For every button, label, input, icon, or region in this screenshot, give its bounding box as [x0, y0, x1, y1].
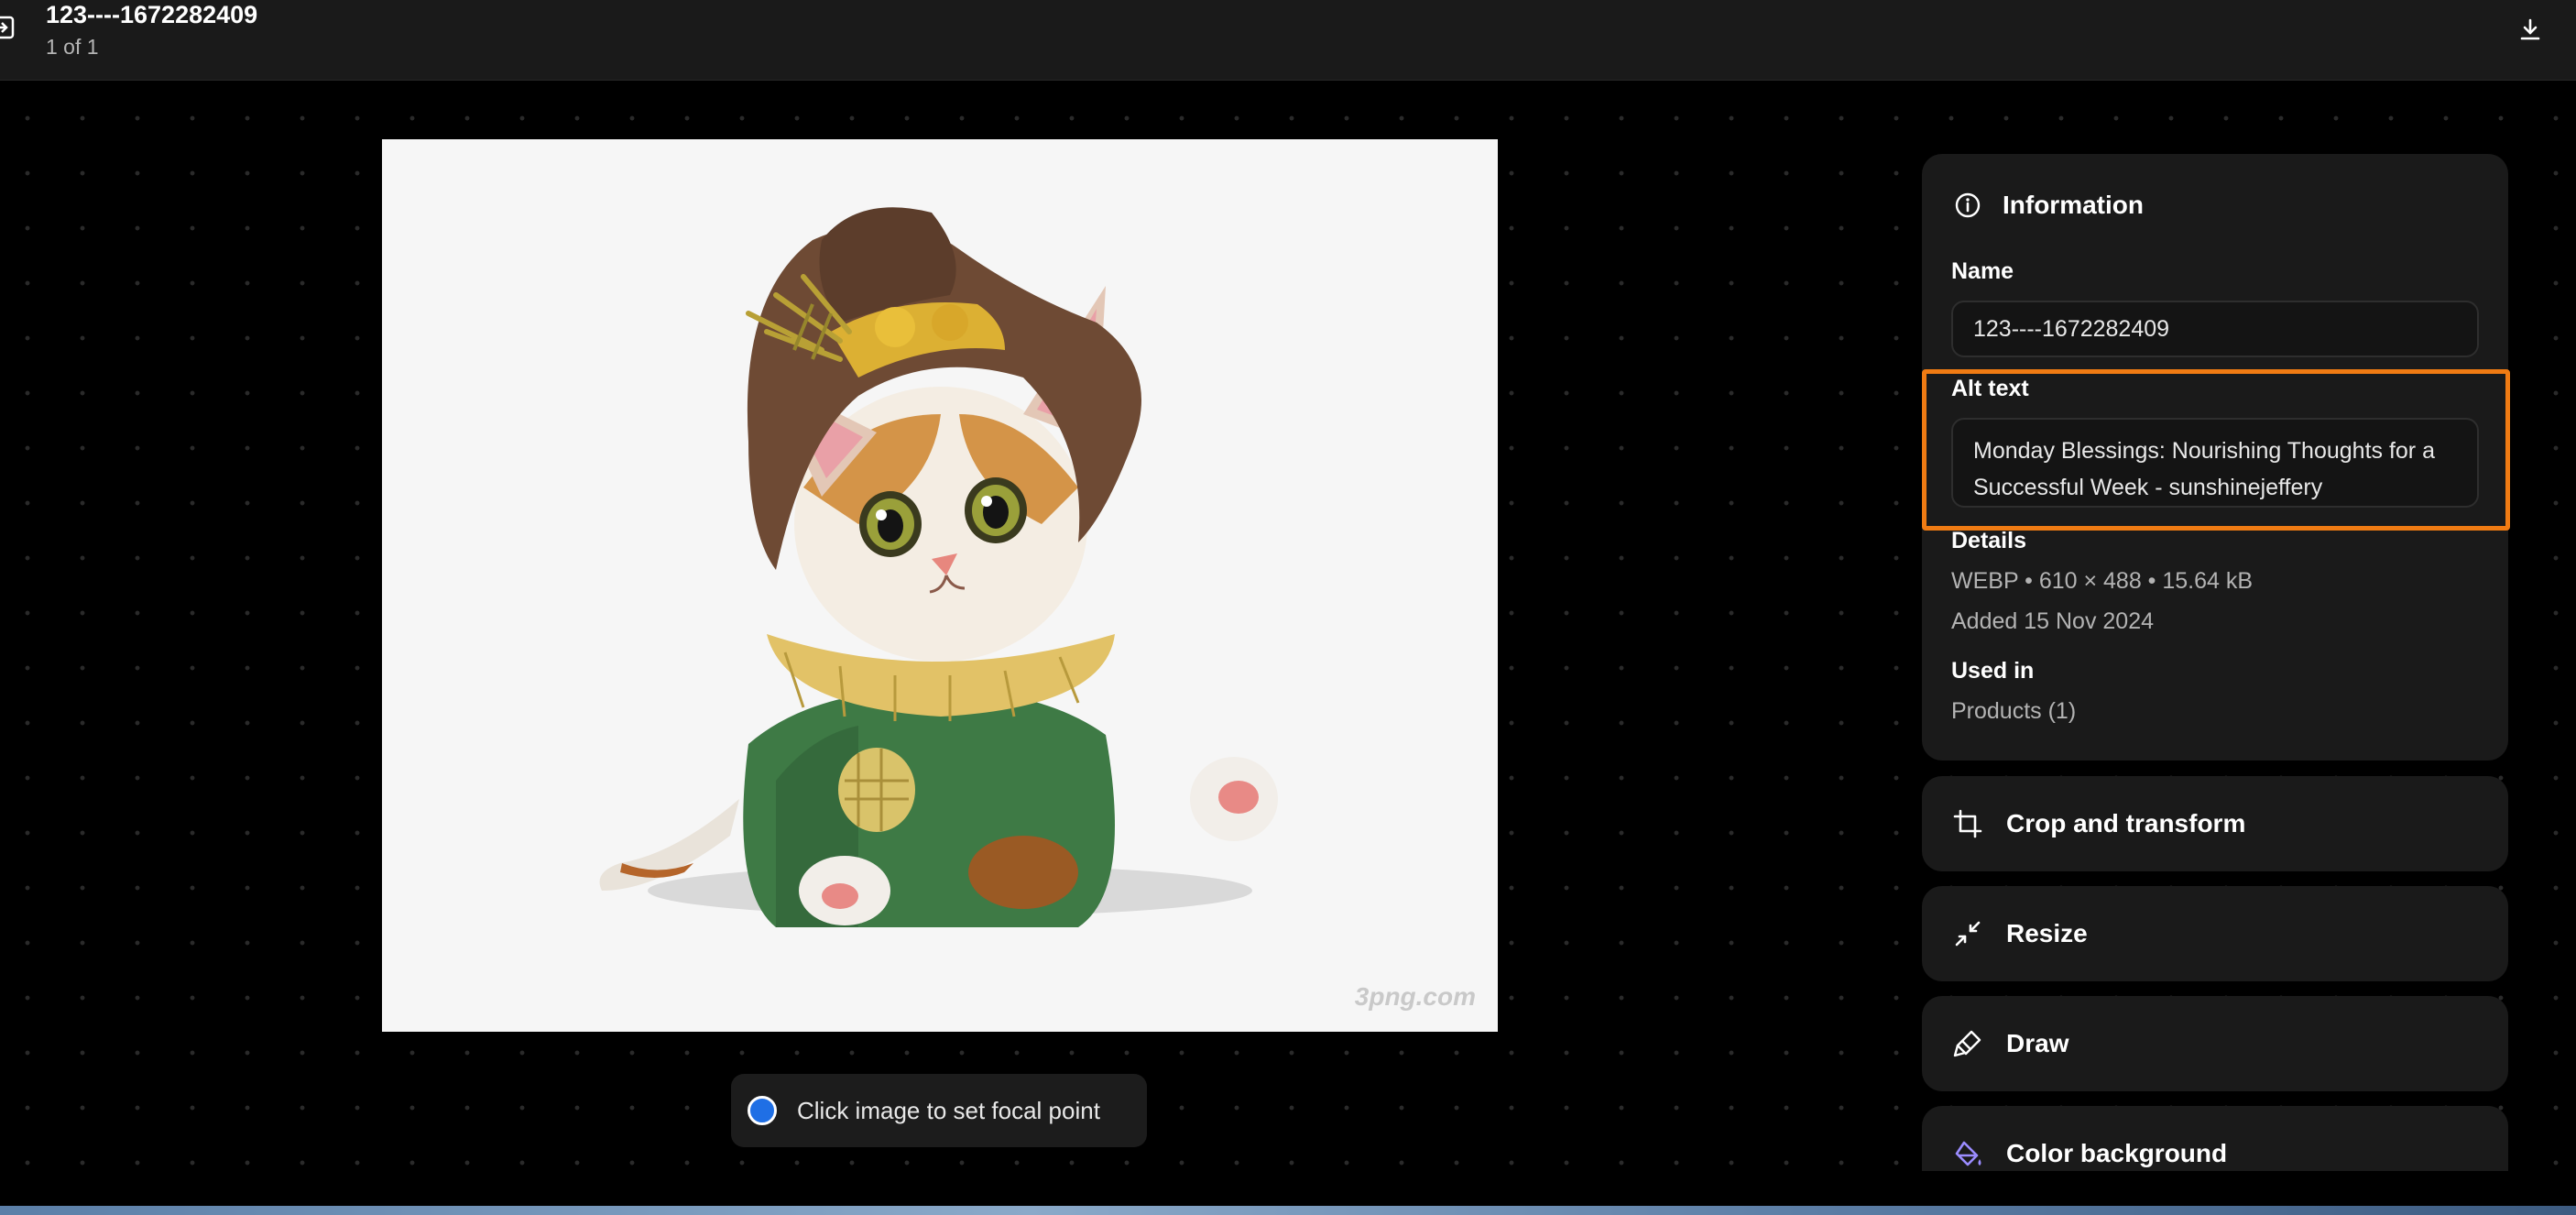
details-added: Added 15 Nov 2024 [1951, 608, 2155, 634]
image-preview[interactable]: 3png.com [382, 139, 1498, 1032]
resize-icon [1955, 921, 1981, 947]
crop-and-transform-button[interactable]: Crop and transform [1922, 776, 2508, 871]
alt-text-highlight [1922, 369, 2510, 531]
file-title: 123----1672282409 [46, 1, 258, 28]
resize-label: Resize [2006, 919, 2088, 947]
focal-point-hint[interactable]: Click image to set focal point [731, 1074, 1147, 1147]
resize-button[interactable]: Resize [1922, 886, 2508, 981]
download-icon [2520, 18, 2540, 40]
os-taskbar-edge [0, 1206, 2576, 1215]
details-label: Details [1951, 528, 2026, 553]
paint-bucket-icon [1955, 1141, 1981, 1166]
exit-icon[interactable] [0, 13, 16, 44]
crop-label: Crop and transform [2006, 809, 2246, 837]
draw-label: Draw [2006, 1029, 2069, 1057]
color-background-label: Color background [2006, 1139, 2228, 1167]
info-icon [1955, 192, 1981, 218]
top-bar: 123----1672282409 1 of 1 [0, 0, 2576, 81]
kitten-scarecrow-illustration [599, 207, 1278, 927]
information-title: Information [2003, 191, 2144, 219]
used-in-value[interactable]: Products (1) [1951, 698, 2076, 725]
crop-icon [1953, 809, 1982, 838]
watermark: 3png.com [1354, 982, 1476, 1011]
download-button[interactable] [2514, 13, 2547, 46]
focal-point-icon [748, 1096, 777, 1125]
file-count: 1 of 1 [46, 35, 99, 59]
information-header: Information [1953, 185, 2144, 225]
focal-point-text: Click image to set focal point [797, 1096, 1100, 1124]
used-in-label: Used in [1951, 658, 2035, 684]
panel-scroll-clip [1922, 1171, 2527, 1208]
brush-icon [1953, 1030, 1981, 1057]
name-label: Name [1951, 258, 2014, 284]
details-format: WEBP • 610 × 488 • 15.64 kB [1951, 568, 2254, 594]
name-input[interactable]: 123----1672282409 [1951, 301, 2479, 357]
draw-button[interactable]: Draw [1922, 996, 2508, 1091]
